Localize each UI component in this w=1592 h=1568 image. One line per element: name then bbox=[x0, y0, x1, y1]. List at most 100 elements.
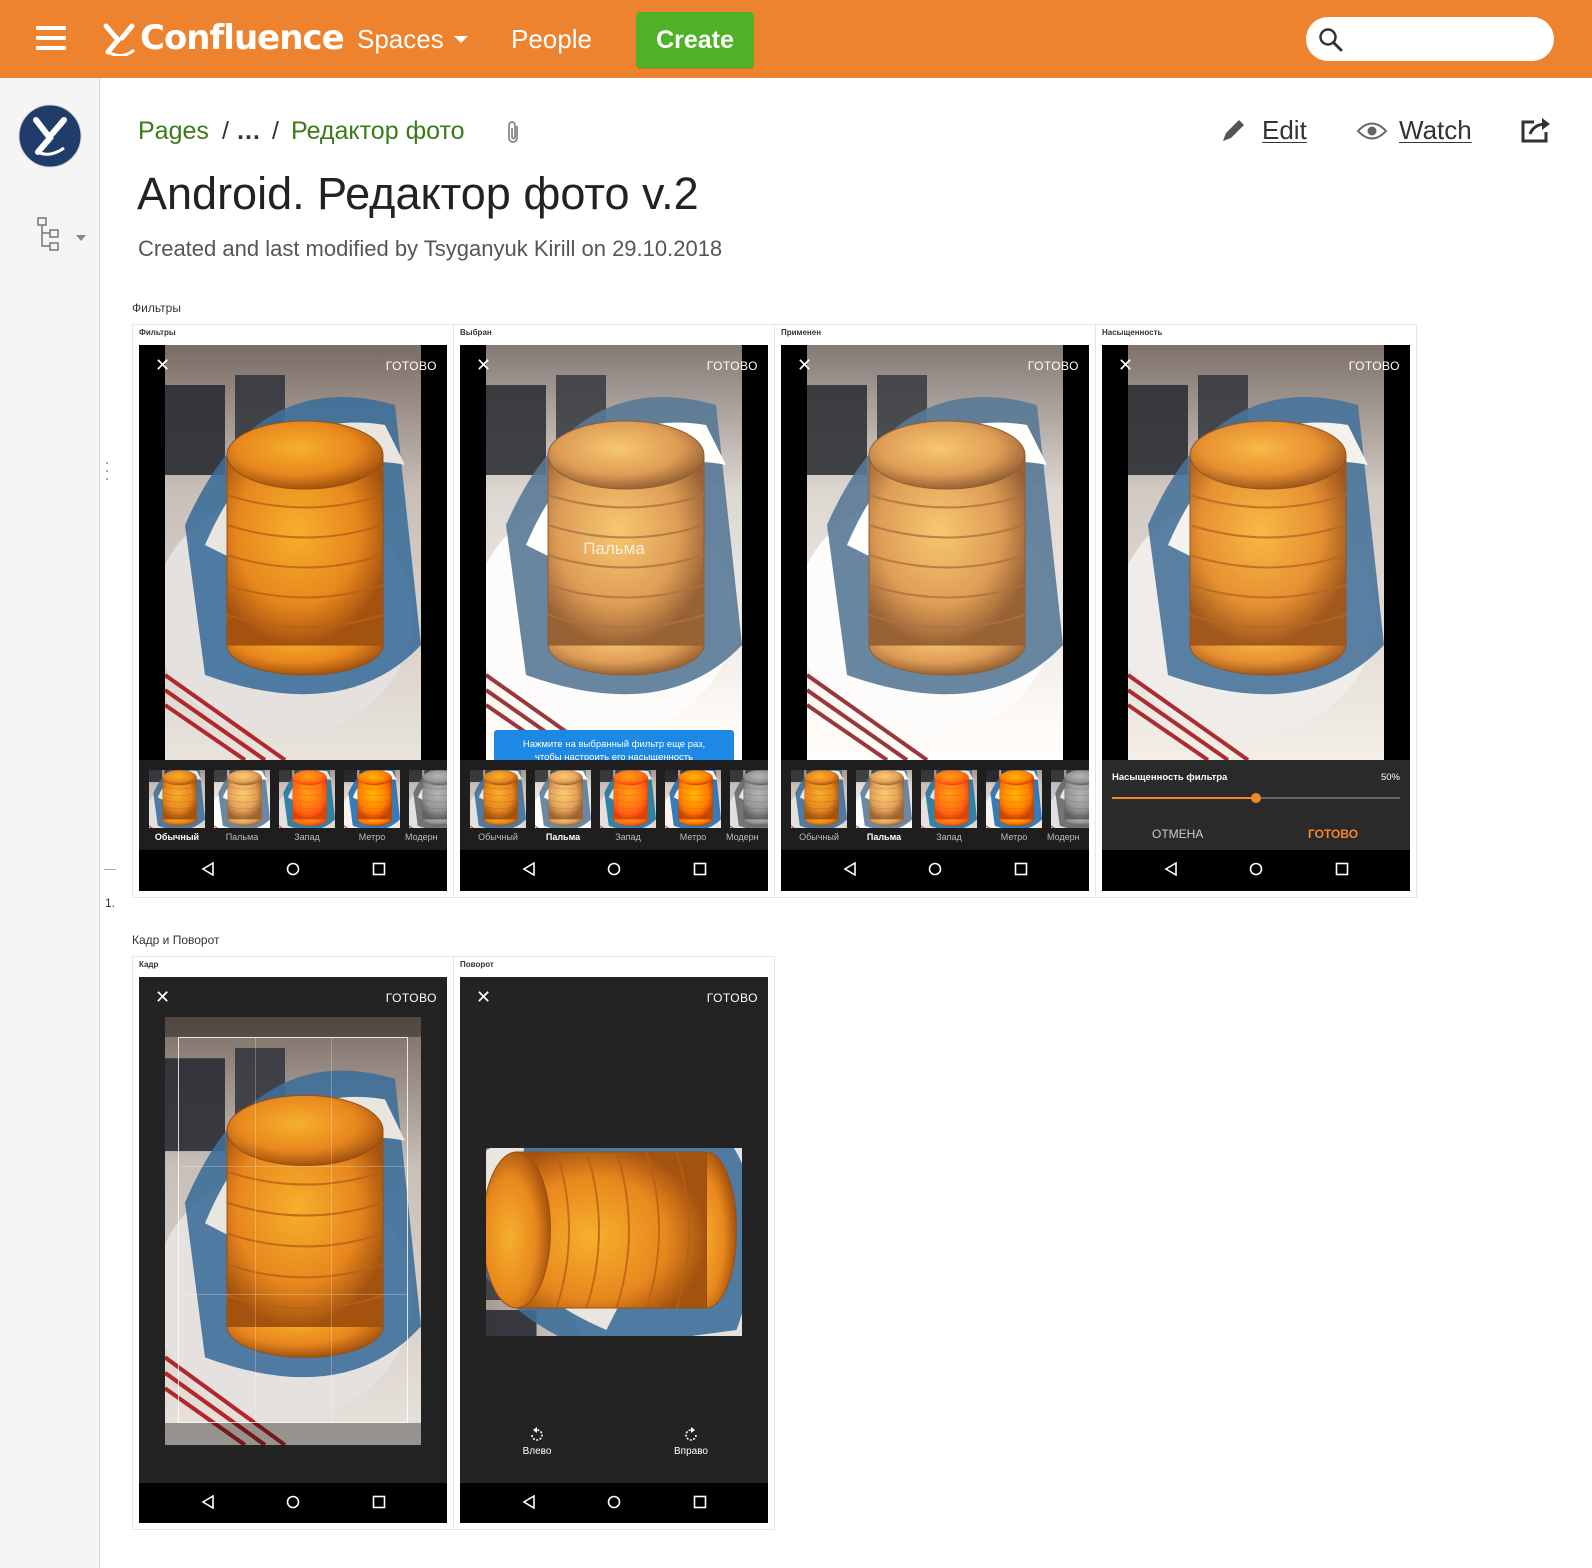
filter-name-overlay: Пальма bbox=[583, 539, 645, 558]
close-icon[interactable]: ✕ bbox=[797, 355, 812, 376]
filter-thumb[interactable] bbox=[1051, 770, 1089, 828]
people-link[interactable]: People bbox=[511, 24, 592, 55]
home-icon[interactable] bbox=[286, 862, 300, 876]
menu-icon[interactable] bbox=[36, 26, 66, 50]
back-icon[interactable] bbox=[843, 862, 857, 876]
filter-label[interactable]: Пальма bbox=[210, 832, 274, 842]
attachment-icon[interactable] bbox=[505, 120, 523, 146]
filter-label[interactable]: Модерн bbox=[726, 832, 768, 842]
home-icon[interactable] bbox=[607, 1495, 621, 1509]
recents-icon[interactable] bbox=[693, 862, 707, 876]
filter-label[interactable]: Запад bbox=[917, 832, 981, 842]
spaces-menu[interactable]: Spaces bbox=[357, 24, 468, 55]
filter-label[interactable]: Модерн bbox=[405, 832, 447, 842]
filter-label[interactable]: Пальма bbox=[531, 832, 595, 842]
rotate-left-label: Влево bbox=[522, 1446, 552, 1457]
filter-thumb[interactable] bbox=[986, 770, 1042, 828]
breadcrumb-ellipsis[interactable]: … bbox=[236, 117, 261, 146]
filter-thumb[interactable] bbox=[535, 770, 591, 828]
done-button[interactable]: ГОТОВО bbox=[386, 359, 437, 373]
filter-thumb[interactable] bbox=[856, 770, 912, 828]
filter-label[interactable]: Метро bbox=[340, 832, 404, 842]
phone-screen: ✕ ГОТОВО Влево Вправо bbox=[460, 977, 768, 1523]
back-icon[interactable] bbox=[522, 862, 536, 876]
screen-card-selected: Выбран ✕ ГОТОВО Пальма Нажмите на выбран… bbox=[453, 324, 775, 898]
rotate-right-button[interactable]: Вправо bbox=[661, 1427, 721, 1457]
search-box[interactable] bbox=[1306, 17, 1554, 61]
filter-thumb[interactable] bbox=[149, 770, 205, 828]
slider-handle[interactable] bbox=[1251, 793, 1261, 803]
filter-thumb[interactable] bbox=[279, 770, 335, 828]
filter-thumb[interactable] bbox=[600, 770, 656, 828]
screen-card-rotate: Поворот ✕ ГОТОВО Влево Вправо bbox=[453, 956, 775, 1530]
home-icon[interactable] bbox=[1249, 862, 1263, 876]
close-icon[interactable]: ✕ bbox=[155, 987, 170, 1008]
filter-thumb[interactable] bbox=[470, 770, 526, 828]
filter-thumb[interactable] bbox=[665, 770, 721, 828]
done-button[interactable]: ГОТОВО bbox=[386, 991, 437, 1005]
confluence-logo[interactable]: Confluence bbox=[102, 17, 345, 59]
filter-strip: Обычный Пальма Запад Метро Модерн bbox=[139, 760, 447, 850]
edit-action[interactable]: Edit bbox=[1218, 115, 1307, 146]
edit-label: Edit bbox=[1262, 115, 1307, 145]
home-icon[interactable] bbox=[286, 1495, 300, 1509]
close-icon[interactable]: ✕ bbox=[1118, 355, 1133, 376]
recents-icon[interactable] bbox=[1335, 862, 1349, 876]
back-icon[interactable] bbox=[522, 1495, 536, 1509]
share-icon[interactable] bbox=[1520, 116, 1554, 144]
filter-label[interactable]: Метро bbox=[982, 832, 1046, 842]
screen-title: Кадр bbox=[139, 960, 159, 969]
tree-dropdown-icon[interactable] bbox=[76, 235, 86, 241]
done-button[interactable]: ГОТОВО bbox=[1028, 359, 1079, 373]
close-icon[interactable]: ✕ bbox=[155, 355, 170, 376]
watch-action[interactable]: Watch bbox=[1356, 115, 1472, 146]
back-icon[interactable] bbox=[201, 862, 215, 876]
saturation-slider[interactable] bbox=[1112, 793, 1400, 803]
done-button[interactable]: ГОТОВО bbox=[1349, 359, 1400, 373]
filter-label[interactable]: Запад bbox=[596, 832, 660, 842]
close-icon[interactable]: ✕ bbox=[476, 987, 491, 1008]
create-button[interactable]: Create bbox=[636, 12, 754, 68]
home-icon[interactable] bbox=[928, 862, 942, 876]
recents-icon[interactable] bbox=[693, 1495, 707, 1509]
recents-icon[interactable] bbox=[1014, 862, 1028, 876]
section-label-crop-rotate: Кадр и Поворот bbox=[132, 933, 220, 947]
cancel-button[interactable]: ОТМЕНА bbox=[1152, 827, 1203, 841]
filter-label[interactable]: Модерн bbox=[1047, 832, 1089, 842]
breadcrumb-parent[interactable]: Редактор фото bbox=[291, 117, 465, 146]
filter-thumb[interactable] bbox=[214, 770, 270, 828]
filter-label[interactable]: Обычный bbox=[787, 832, 851, 842]
android-nav-bar bbox=[139, 1483, 447, 1523]
space-avatar-icon[interactable] bbox=[18, 104, 82, 168]
crop-frame[interactable] bbox=[178, 1037, 408, 1423]
filter-label[interactable]: Запад bbox=[275, 832, 339, 842]
recents-icon[interactable] bbox=[372, 862, 386, 876]
eye-icon bbox=[1356, 122, 1388, 139]
close-icon[interactable]: ✕ bbox=[476, 355, 491, 376]
filter-label[interactable]: Обычный bbox=[466, 832, 530, 842]
pancake-photo bbox=[807, 345, 1063, 760]
done-button[interactable]: ГОТОВО bbox=[707, 991, 758, 1005]
rotate-left-button[interactable]: Влево bbox=[507, 1427, 567, 1457]
back-icon[interactable] bbox=[1164, 862, 1178, 876]
home-icon[interactable] bbox=[607, 862, 621, 876]
filter-label[interactable]: Пальма bbox=[852, 832, 916, 842]
search-input[interactable] bbox=[1350, 23, 1544, 57]
filter-thumb[interactable] bbox=[791, 770, 847, 828]
confluence-x-icon bbox=[103, 23, 135, 56]
filter-label[interactable]: Обычный bbox=[145, 832, 209, 842]
breadcrumb-pages[interactable]: Pages bbox=[138, 117, 209, 146]
filter-thumb[interactable] bbox=[921, 770, 977, 828]
filter-thumb[interactable] bbox=[344, 770, 400, 828]
filter-thumb[interactable] bbox=[409, 770, 447, 828]
page-tree-icon[interactable] bbox=[36, 216, 62, 252]
confirm-button[interactable]: ГОТОВО bbox=[1308, 827, 1358, 841]
done-button[interactable]: ГОТОВО bbox=[707, 359, 758, 373]
filter-thumb[interactable] bbox=[730, 770, 768, 828]
screen-card-applied: Применен ✕ ГОТОВО Обычный Пальма Запад М… bbox=[774, 324, 1096, 898]
crop-shade bbox=[165, 1423, 421, 1445]
recents-icon[interactable] bbox=[372, 1495, 386, 1509]
back-icon[interactable] bbox=[201, 1495, 215, 1509]
filter-label[interactable]: Метро bbox=[661, 832, 725, 842]
pencil-icon bbox=[1223, 119, 1244, 141]
